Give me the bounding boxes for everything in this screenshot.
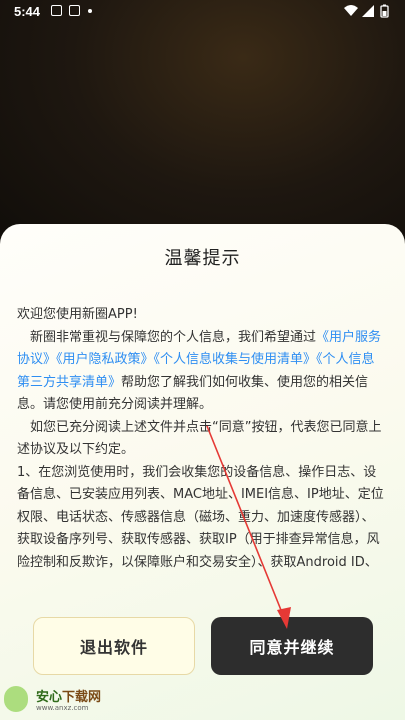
link-privacy-policy[interactable]: 《用户隐私政策》: [56, 352, 154, 367]
shield-icon: [4, 686, 28, 712]
paragraph-collection: 1、在您浏览使用时，我们会收集您的设备信息、操作日志、设备信息、已安装应用列表、…: [17, 464, 384, 570]
greeting-text: 欢迎您使用新圈APP!: [17, 307, 138, 322]
watermark: 安心下载网 www.anxz.com: [4, 686, 114, 716]
link-info-collection-list[interactable]: 《个人信息收集与使用清单》: [154, 352, 317, 367]
status-icons: [343, 4, 393, 18]
consent-text: 如您已充分阅读上述文件并点击“同意”按钮，代表您已同意上述协议及以下约定。: [17, 419, 382, 458]
status-bar: 5:44: [0, 0, 405, 24]
annotation-arrow: [206, 425, 291, 629]
dot-icon: [88, 9, 92, 13]
intro-text: 新圈非常重视与保障您的个人信息，我们希望通过: [30, 329, 317, 345]
battery-icon: [380, 4, 389, 18]
status-time: 5:44: [14, 4, 41, 19]
watermark-url: www.anxz.com: [36, 704, 89, 712]
paragraph-consent: 如您已充分阅读上述文件并点击“同意”按钮，代表您已同意上述协议及以下约定。: [17, 417, 387, 462]
wifi-icon: [344, 5, 358, 16]
paragraph-intro: 新圈非常重视与保障您的个人信息，我们希望通过《用户服务协议》《用户隐私政策》《个…: [17, 327, 387, 417]
privacy-dialog: 温馨提示 欢迎您使用新圈APP! 新圈非常重视与保障您的个人信息，我们希望通过《…: [0, 224, 405, 720]
exit-app-button[interactable]: 退出软件: [33, 617, 195, 675]
gallery-notification-icon: [51, 5, 62, 16]
dialog-content[interactable]: 欢迎您使用新圈APP! 新圈非常重视与保障您的个人信息，我们希望通过《用户服务协…: [17, 304, 387, 614]
dialog-title: 温馨提示: [164, 248, 241, 269]
watermark-name: 安心下载网: [36, 686, 101, 705]
watermark-name-part2: 下载网: [62, 690, 102, 705]
a-notification-icon: [69, 5, 80, 16]
signal-icon: [362, 5, 374, 17]
watermark-name-part1: 安心: [36, 690, 63, 705]
